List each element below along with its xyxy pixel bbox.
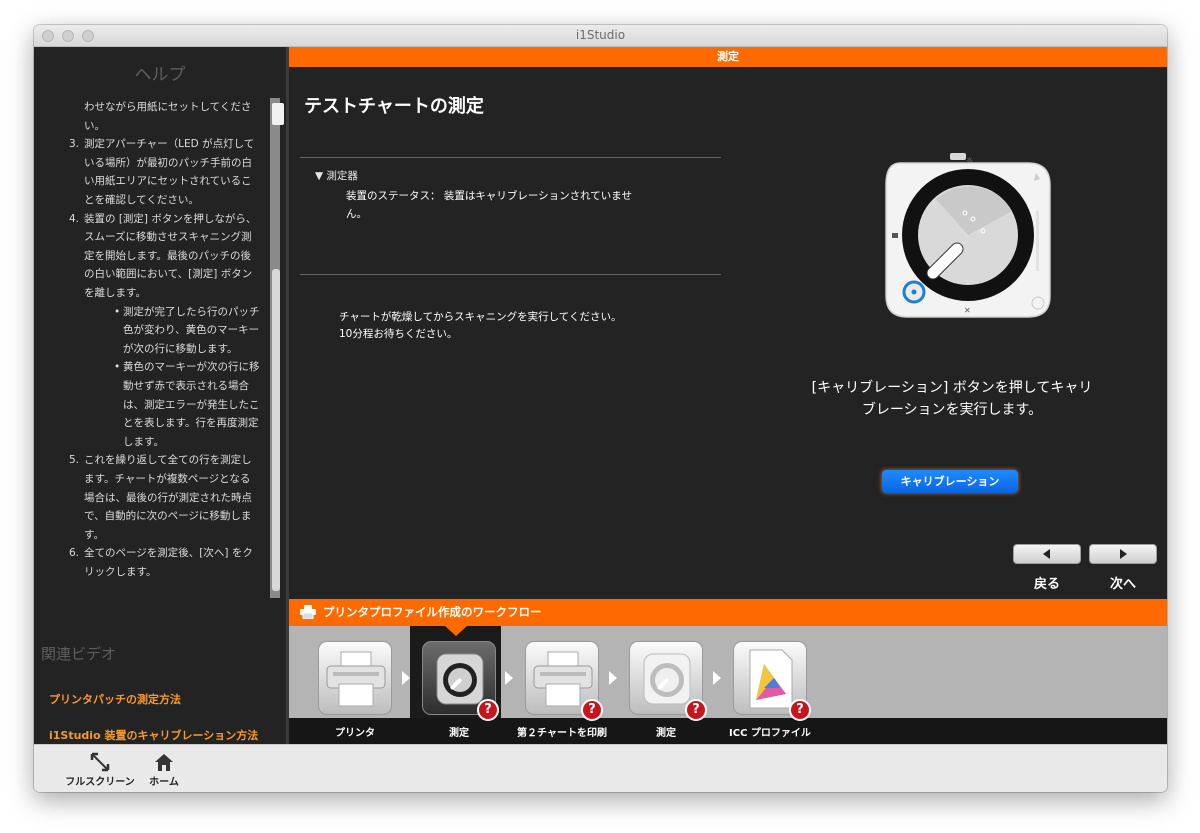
back-button[interactable] — [1013, 544, 1081, 564]
help-line: 場合は、最後の行が測定された時点 — [84, 491, 252, 504]
video-link-device-calibration[interactable]: i1Studio 装置のキャリブレーション方法 — [49, 727, 258, 743]
help-line: ます。チャートが複数ページとなる — [84, 473, 251, 485]
instrument-section-toggle[interactable]: ▼ 測定器 — [315, 168, 358, 183]
help-line: します。 — [123, 435, 164, 448]
page-title: テストチャートの測定 — [304, 96, 484, 117]
workflow-arrow — [713, 671, 721, 685]
help-line: 黄色のマーキーが次の行に移 — [123, 361, 260, 374]
help-number: 3. — [69, 138, 80, 151]
help-line: これを繰り返して全ての行を測定し — [84, 454, 252, 467]
help-line: スムーズに移動させスキャニング測 — [84, 231, 252, 244]
home-label: ホーム — [149, 777, 179, 788]
device-status: 装置のステータス： 装置はキャリブレーションされていませ ん。 — [346, 187, 696, 223]
help-line: とを表します。行を再度測定 — [123, 417, 259, 430]
help-line: 測定が完了したら行のパッチ — [123, 305, 260, 318]
home-button[interactable]: ホーム — [142, 745, 186, 792]
help-line: 色が変わり、黄色のマーキー — [123, 324, 260, 337]
drying-instructions: チャートが乾燥してからスキャニングを実行してください。 10分程お待ちください。 — [339, 309, 719, 343]
svg-text:✕: ✕ — [964, 306, 971, 315]
bottom-toolbar: フルスクリーン ホーム — [34, 744, 1167, 792]
help-line: 定を開始します。最後のパッチの後 — [84, 249, 251, 262]
device-status-line: 装置のステータス： 装置はキャリブレーションされていませ — [346, 190, 632, 202]
calibration-button[interactable]: キャリブレーション — [882, 470, 1018, 493]
workflow-arrow — [505, 671, 513, 685]
help-line: 動せず赤で表示される場合 — [123, 380, 249, 392]
workflow-arrow — [402, 671, 410, 685]
help-line: とを確認してください。 — [84, 194, 199, 206]
workflow-step-label: プリンタ — [335, 728, 375, 739]
status-question-badge: ? — [685, 699, 707, 721]
window-title: i1Studio — [575, 28, 626, 42]
help-line: い用紙エリアにセットされているこ — [84, 175, 252, 188]
help-text[interactable]: わせながら用紙にセットしてくださ い。 3. 測定アパーチャー（LED が点灯し… — [34, 98, 270, 598]
status-question-badge: ? — [477, 699, 499, 721]
home-icon — [155, 754, 173, 771]
fullscreen-label: フルスクリーン — [65, 777, 135, 788]
drying-instruction-line: チャートが乾燥してからスキャニングを実行してください。 — [339, 311, 622, 323]
help-line: 測定アパーチャー（LED が点灯して — [84, 138, 255, 151]
fullscreen-icon — [90, 752, 110, 772]
step-header: 測定 — [289, 47, 1167, 67]
workflow-title: プリンタプロファイル作成のワークフロー — [323, 605, 542, 619]
help-line: を離します。 — [84, 287, 146, 299]
help-line: の白い範囲において、[測定] ボタン — [84, 268, 253, 281]
device-status-line: ん。 — [346, 208, 367, 220]
related-videos-title: 関連ビデオ — [41, 645, 117, 663]
calibration-message: [キャリブレーション] ボタンを押してキャリ ブレーションを実行します。 — [767, 377, 1137, 421]
printer-icon — [300, 605, 316, 619]
workflow-bar: プリンタプロファイル作成のワークフロー — [289, 599, 1167, 626]
workflow-step-label: 測定 — [449, 728, 469, 739]
divider-line — [300, 157, 721, 158]
help-line: 装置の [測定] ボタンを押しながら、 — [84, 212, 257, 225]
fullscreen-button[interactable]: フルスクリーン — [64, 745, 136, 792]
calibration-message-line: [キャリブレーション] ボタンを押してキャリ — [811, 380, 1093, 396]
title-bar: i1Studio — [34, 25, 1167, 47]
back-label: 戻る — [1033, 577, 1060, 592]
triangle-left-icon — [1043, 549, 1050, 559]
help-line: は、測定エラーが発生したこ — [123, 398, 260, 411]
help-line: リックします。 — [84, 566, 157, 578]
help-bullet: • — [114, 361, 121, 374]
help-scrollbar-thumb[interactable] — [272, 269, 280, 591]
status-question-badge: ? — [581, 699, 603, 721]
help-title: ヘルプ — [134, 65, 186, 85]
next-label: 次へ — [1109, 577, 1136, 592]
calibration-device-illustration: ☼ ✕ — [885, 153, 1051, 318]
next-button[interactable] — [1089, 544, 1157, 564]
help-number: 4. — [69, 212, 80, 225]
help-line: い。 — [84, 119, 105, 132]
status-question-badge: ? — [789, 699, 811, 721]
help-line: で、自動的に次のページに移動しま — [84, 510, 252, 523]
printer-icon — [326, 651, 386, 707]
workflow-step-label: ICC プロファイル — [729, 728, 811, 739]
drying-instruction-line: 10分程お待ちください。 — [339, 328, 458, 340]
svg-text:☼: ☼ — [966, 156, 973, 165]
app-window: i1Studio ヘルプ わせながら用紙にセットしてくださ い。 3. 測定アパ… — [34, 25, 1167, 792]
help-line: 全てのページを測定後、[次へ] をク — [84, 547, 253, 560]
help-line: が次の行に移動します。 — [123, 342, 238, 355]
workflow-step-printer[interactable] — [318, 641, 392, 715]
workflow-arrow — [609, 671, 617, 685]
help-line: す。 — [84, 528, 104, 541]
help-line: いる場所）が最初のパッチ手前の白 — [84, 156, 252, 169]
workflow-current-step-pointer — [445, 626, 467, 636]
workflow-step-label: 第２チャートを印刷 — [517, 728, 607, 739]
triangle-right-icon — [1120, 549, 1127, 559]
workflow-step-label: 測定 — [656, 728, 676, 739]
main-panel: 測定 テストチャートの測定 ▼ 測定器 装置のステータス： 装置はキャリブレーシ… — [289, 47, 1167, 744]
help-scroll-up-handle[interactable] — [272, 103, 284, 125]
help-number: 6. — [69, 547, 80, 560]
help-line: わせながら用紙にセットしてくださ — [84, 101, 252, 113]
help-bullet: • — [114, 305, 121, 318]
divider-line — [300, 274, 721, 275]
help-panel: ヘルプ わせながら用紙にセットしてくださ い。 3. 測定アパーチャー（LED … — [34, 47, 286, 744]
video-link-patch-measurement[interactable]: プリンタパッチの測定方法 — [49, 691, 181, 707]
help-number: 5. — [69, 454, 80, 467]
calibration-message-line: ブレーションを実行します。 — [861, 402, 1043, 418]
